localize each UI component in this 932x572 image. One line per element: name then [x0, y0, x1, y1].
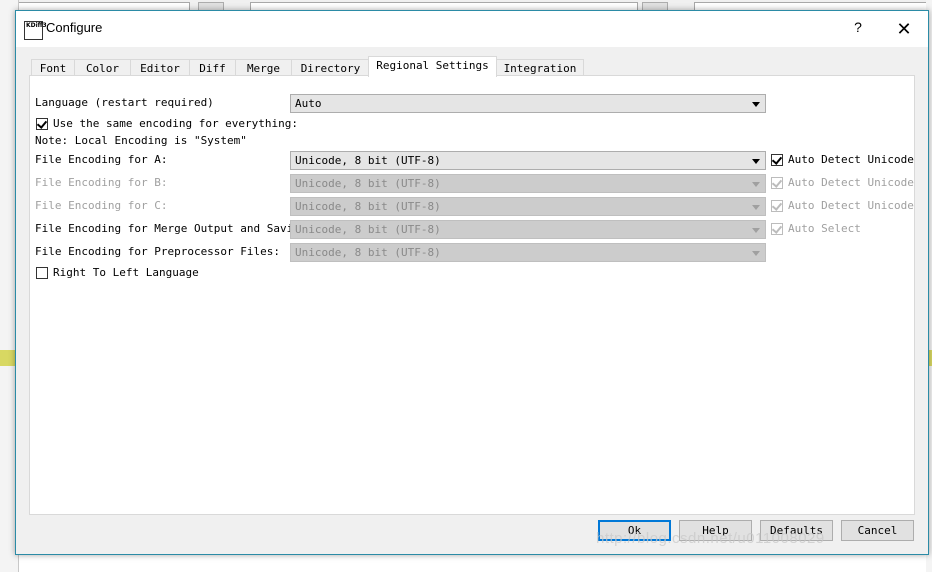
watermark-text: http://blog.csdn.net/u011008029	[596, 530, 825, 547]
encoding-merge-label: File Encoding for Merge Output and Savin…	[35, 222, 314, 235]
title-bar: KDiff3 Configure ? ✕	[16, 11, 928, 47]
chevron-down-icon	[752, 228, 760, 233]
encoding-merge-select: Unicode, 8 bit (UTF-8)	[290, 220, 766, 239]
cancel-button[interactable]: Cancel	[841, 520, 914, 541]
encoding-b-label: File Encoding for B:	[35, 176, 168, 189]
kdiff3-app-icon: KDiff3	[24, 21, 47, 40]
chevron-down-icon	[752, 251, 760, 256]
language-select-value: Auto	[295, 97, 322, 110]
encoding-merge-value: Unicode, 8 bit (UTF-8)	[295, 223, 441, 236]
checkmark-icon	[771, 177, 783, 188]
auto-detect-b-label: Auto Detect Unicode	[788, 176, 914, 189]
regional-settings-panel: Language (restart required) Auto Use the…	[29, 75, 915, 515]
encoding-preprocessor-label: File Encoding for Preprocessor Files:	[35, 245, 281, 258]
encoding-b-select: Unicode, 8 bit (UTF-8)	[290, 174, 766, 193]
local-encoding-note: Note: Local Encoding is "System"	[35, 134, 247, 147]
encoding-preprocessor-value: Unicode, 8 bit (UTF-8)	[295, 246, 441, 259]
tab-regional-settings[interactable]: Regional Settings	[368, 56, 497, 77]
chevron-down-icon	[752, 159, 760, 164]
language-select[interactable]: Auto	[290, 94, 766, 113]
encoding-preprocessor-select: Unicode, 8 bit (UTF-8)	[290, 243, 766, 262]
auto-detect-a-checkbox[interactable]	[771, 154, 783, 166]
checkmark-icon	[771, 200, 783, 211]
dialog-title: Configure	[46, 20, 103, 35]
encoding-b-value: Unicode, 8 bit (UTF-8)	[295, 177, 441, 190]
encoding-c-label: File Encoding for C:	[35, 199, 168, 212]
same-encoding-checkbox[interactable]	[36, 118, 48, 130]
close-icon[interactable]: ✕	[890, 17, 918, 41]
checkmark-icon	[771, 223, 783, 234]
auto-detect-c-checkbox	[771, 200, 783, 212]
auto-detect-c-label: Auto Detect Unicode	[788, 199, 914, 212]
checkmark-icon	[36, 118, 48, 129]
language-label: Language (restart required)	[35, 96, 214, 109]
auto-detect-b-checkbox	[771, 177, 783, 189]
encoding-a-value: Unicode, 8 bit (UTF-8)	[295, 154, 441, 167]
auto-select-label: Auto Select	[788, 222, 861, 235]
configure-dialog: KDiff3 Configure ? ✕ Font Color Editor D…	[15, 10, 929, 555]
rtl-label: Right To Left Language	[53, 266, 199, 279]
encoding-a-label: File Encoding for A:	[35, 153, 168, 166]
app-icon-label: KDiff3	[26, 22, 47, 29]
chevron-down-icon	[752, 182, 760, 187]
chevron-down-icon	[752, 205, 760, 210]
auto-detect-a-label: Auto Detect Unicode	[788, 153, 914, 166]
encoding-c-select: Unicode, 8 bit (UTF-8)	[290, 197, 766, 216]
tab-bar: Font Color Editor Diff Merge Directory R…	[29, 56, 909, 77]
rtl-checkbox[interactable]	[36, 267, 48, 279]
encoding-c-value: Unicode, 8 bit (UTF-8)	[295, 200, 441, 213]
same-encoding-label: Use the same encoding for everything:	[53, 117, 299, 130]
chevron-down-icon	[752, 102, 760, 107]
checkmark-icon	[771, 154, 783, 165]
help-icon[interactable]: ?	[846, 19, 870, 39]
encoding-a-select[interactable]: Unicode, 8 bit (UTF-8)	[290, 151, 766, 170]
auto-select-checkbox	[771, 223, 783, 235]
